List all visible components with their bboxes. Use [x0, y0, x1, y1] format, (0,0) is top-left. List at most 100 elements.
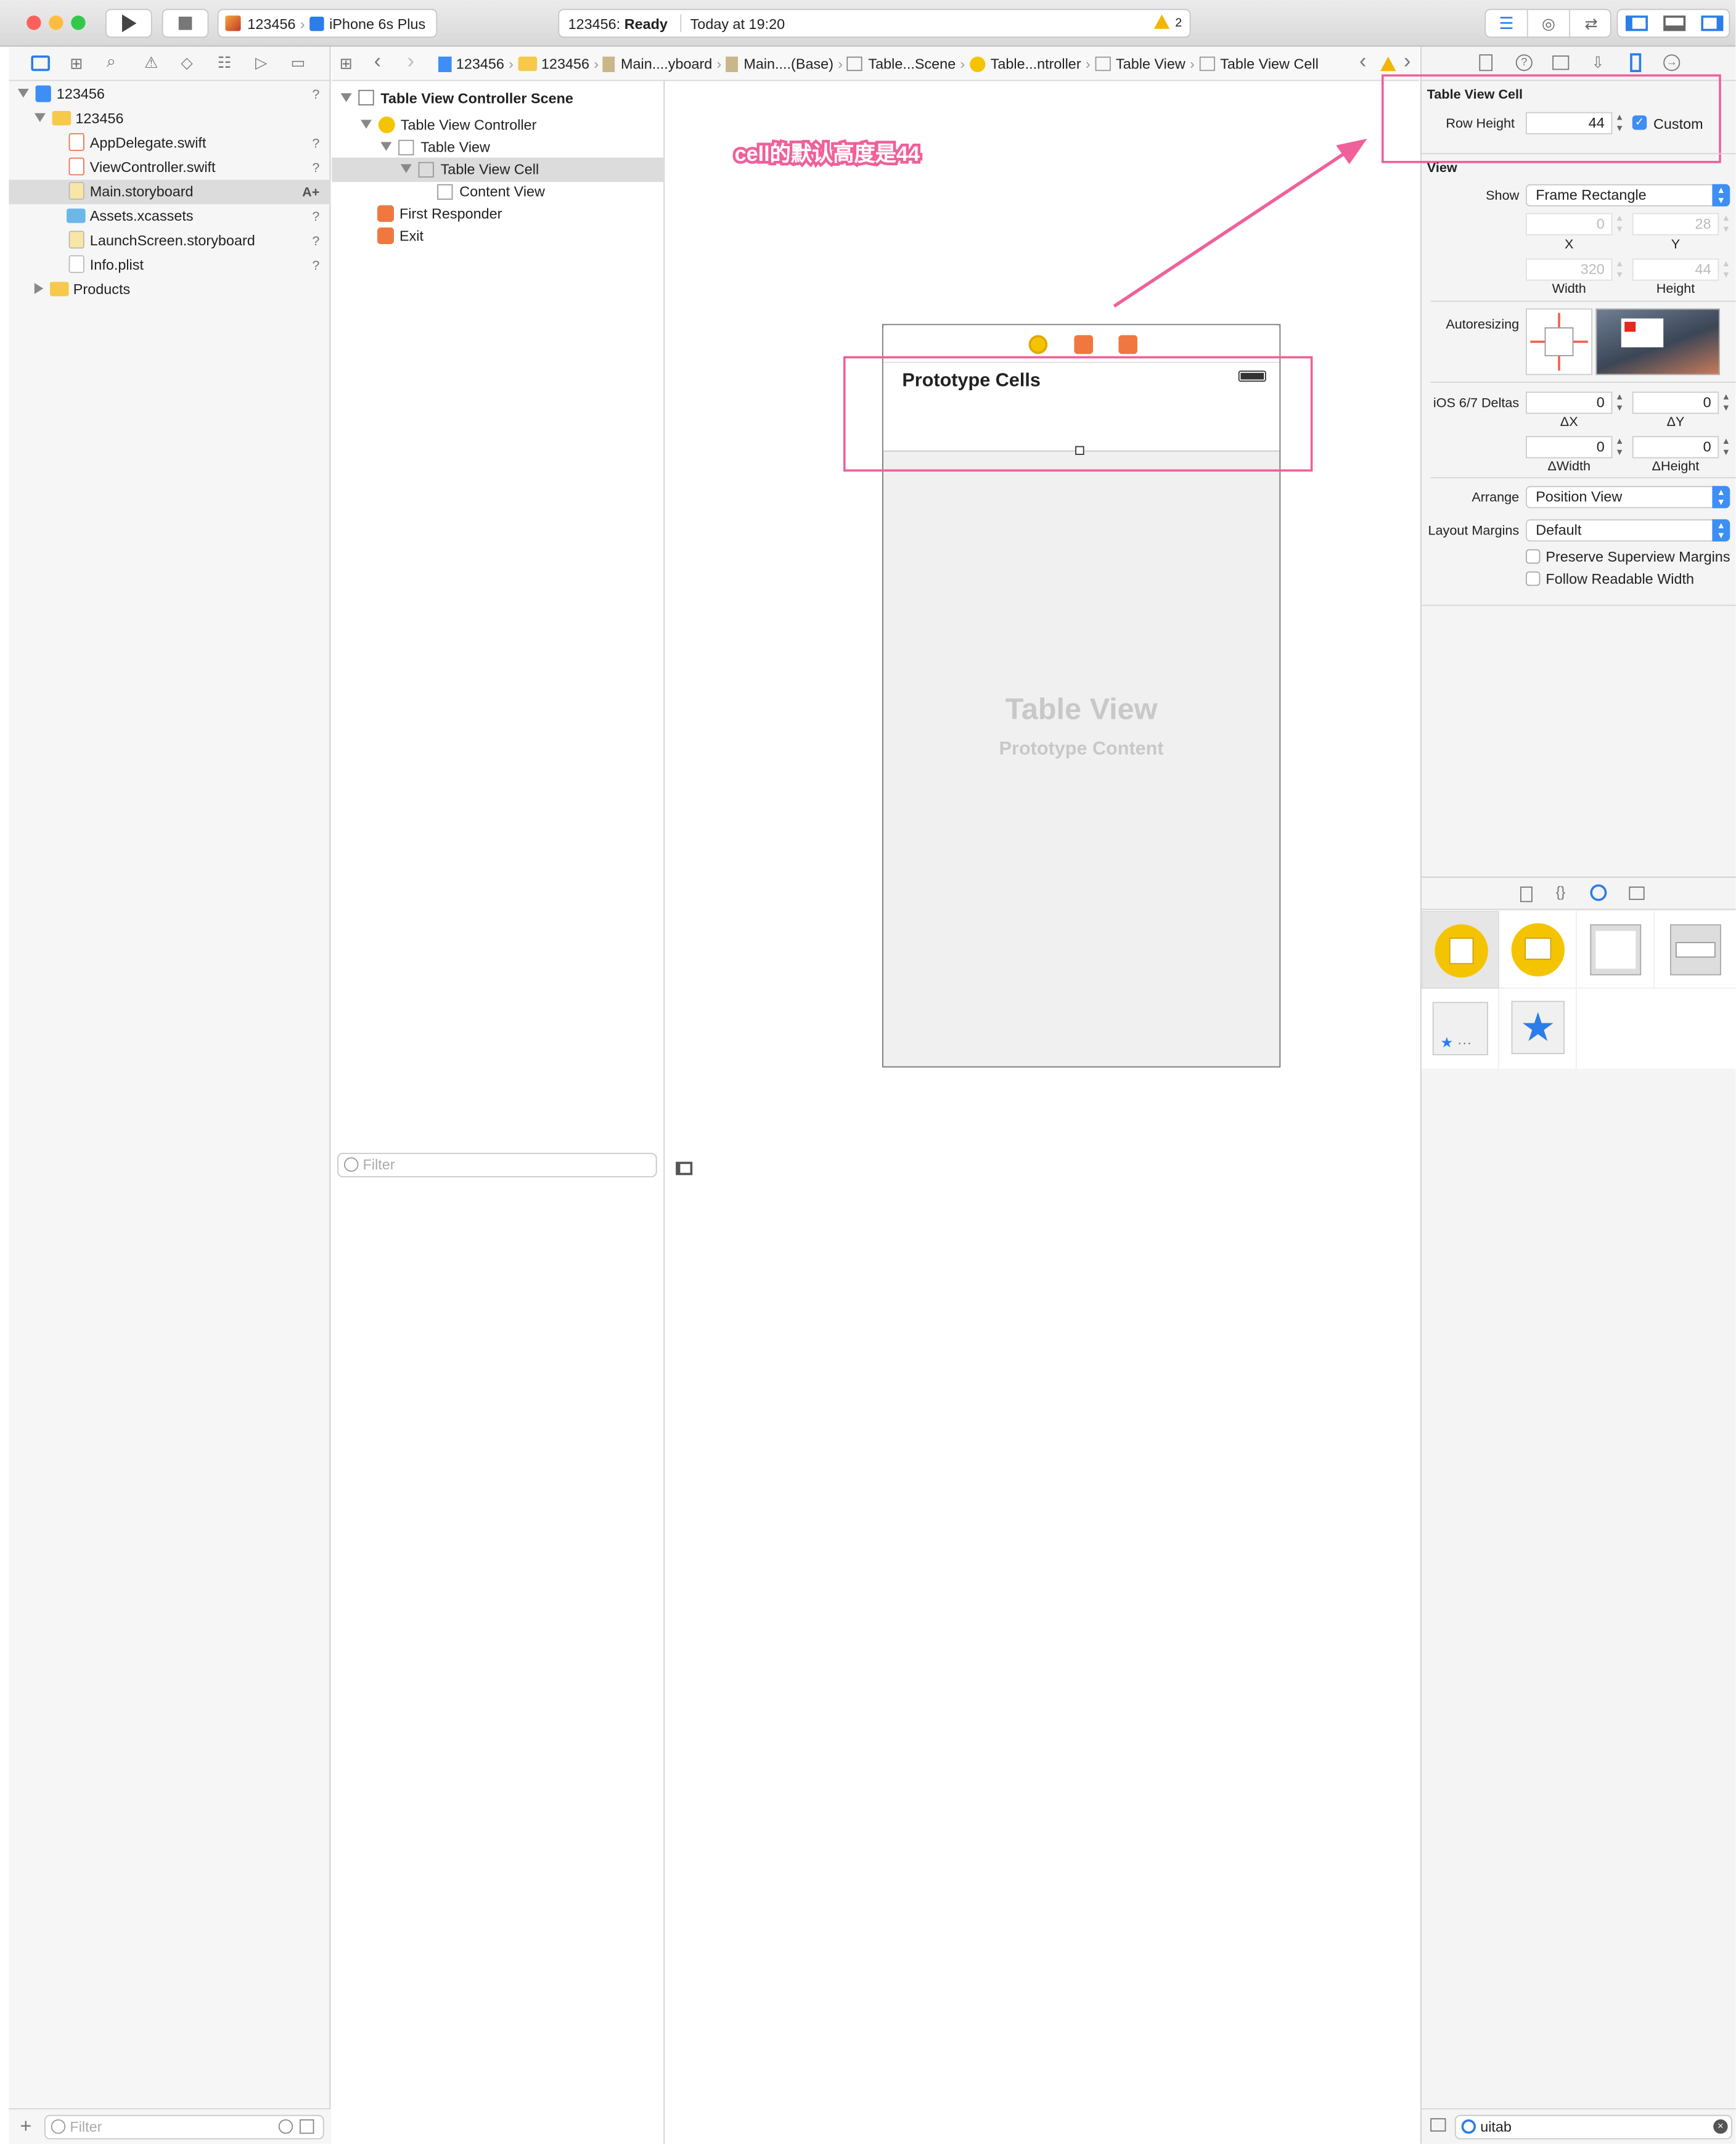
warning-icon[interactable] — [1154, 14, 1170, 29]
nav-item-project[interactable]: 123456? — [9, 82, 330, 107]
breadcrumb-item[interactable]: Main....yboard — [621, 55, 712, 72]
close-window-button[interactable] — [27, 15, 41, 30]
help-inspector-icon[interactable]: ? — [1515, 54, 1533, 72]
run-button[interactable] — [105, 9, 152, 38]
library-item-table-view[interactable] — [1576, 910, 1655, 989]
right-strut-icon[interactable] — [1573, 340, 1588, 343]
outline-item-view-controller[interactable]: Table View Controller — [332, 113, 665, 138]
clear-search-icon[interactable]: × — [1713, 2119, 1728, 2134]
exit-icon[interactable] — [1118, 335, 1137, 354]
breadcrumb-item[interactable]: 123456 — [456, 55, 504, 72]
width-stepper[interactable]: ▲ ▼ — [1615, 258, 1624, 280]
dwidth-stepper[interactable]: ▲ ▼ — [1615, 436, 1624, 458]
bottom-strut-icon[interactable] — [1558, 356, 1560, 371]
forward-icon[interactable]: › — [407, 50, 414, 75]
x-field[interactable]: 0 — [1526, 213, 1613, 235]
disclosure-open-icon[interactable] — [361, 120, 372, 129]
nav-item-launchscreen[interactable]: LaunchScreen.storyboard? — [9, 229, 330, 253]
storyboard-canvas[interactable]: cell的默认高度是44 Prototype Cells Table View … — [666, 81, 1420, 2144]
nav-item-viewcontroller[interactable]: ViewController.swift? — [9, 155, 330, 180]
standard-editor-icon[interactable]: ☰ — [1486, 10, 1528, 37]
report-nav-icon[interactable]: ▭ — [291, 53, 306, 72]
breadcrumb-item[interactable]: Main....(Base) — [743, 55, 833, 72]
search-icon[interactable]: ⌕ — [107, 52, 116, 72]
minimize-window-button[interactable] — [49, 15, 63, 30]
dy-stepper[interactable]: ▲ ▼ — [1721, 391, 1731, 414]
object-library-icon[interactable] — [1590, 884, 1607, 901]
size-inspector-icon[interactable] — [1630, 53, 1642, 72]
preserve-margins-checkbox[interactable] — [1526, 549, 1541, 564]
next-issue-icon[interactable]: › — [1404, 50, 1410, 75]
outline-item-table-view-cell[interactable]: Table View Cell — [332, 157, 665, 182]
breadcrumb-item[interactable]: Table View Cell — [1220, 55, 1319, 72]
first-responder-icon[interactable] — [1074, 335, 1093, 354]
disclosure-open-icon[interactable] — [17, 89, 29, 98]
outline-item-table-view[interactable]: Table View — [332, 136, 665, 160]
view-controller-icon[interactable] — [1028, 335, 1048, 354]
zoom-window-button[interactable] — [71, 15, 86, 30]
library-item-collection-view-controller[interactable] — [1499, 910, 1577, 989]
scheme-selector[interactable]: 123456 › iPhone 6s Plus — [217, 9, 438, 38]
disclosure-open-icon[interactable] — [340, 93, 352, 102]
test-nav-icon[interactable]: ◇ — [181, 53, 192, 72]
y-stepper[interactable]: ▲ ▼ — [1721, 213, 1731, 235]
top-strut-icon[interactable] — [1558, 313, 1560, 327]
disclosure-closed-icon[interactable] — [34, 283, 44, 294]
breadcrumb-item[interactable]: Table View — [1116, 55, 1185, 72]
y-field[interactable]: 28 — [1632, 213, 1719, 235]
symbol-nav-icon[interactable]: ⊞ — [70, 54, 83, 73]
nav-item-main-storyboard[interactable]: Main.storyboard A+ — [9, 179, 331, 205]
assistant-editor-icon[interactable]: ◎ — [1528, 10, 1570, 37]
warning-icon[interactable] — [1380, 56, 1396, 72]
show-popup[interactable]: Frame Rectangle ▲ ▼ — [1526, 184, 1730, 207]
identity-inspector-icon[interactable] — [1552, 55, 1570, 70]
autoresizing-mask-control[interactable] — [1526, 308, 1592, 375]
readable-width-checkbox[interactable] — [1526, 571, 1541, 586]
nav-item-infoplist[interactable]: Info.plist? — [9, 253, 330, 277]
outline-filter-input[interactable]: Filter — [337, 1153, 657, 1177]
debug-nav-icon[interactable]: ☷ — [218, 53, 232, 72]
list-view-icon[interactable] — [1430, 2118, 1446, 2132]
file-template-library-icon[interactable] — [1520, 886, 1533, 902]
connections-inspector-icon[interactable]: → — [1663, 54, 1681, 72]
nav-item-group[interactable]: 123456 — [9, 107, 330, 131]
library-item-tab-bar-item[interactable]: ★ — [1499, 988, 1577, 1069]
arrange-popup[interactable]: Position View ▲ ▼ — [1526, 486, 1730, 509]
dx-field[interactable]: 0 — [1526, 391, 1613, 414]
back-icon[interactable]: ‹ — [374, 50, 381, 75]
breadcrumb-item[interactable]: 123456 — [541, 55, 589, 72]
outline-toggle-icon[interactable] — [676, 1161, 693, 1176]
outline-item-scene[interactable]: Table View Controller Scene — [332, 86, 665, 111]
dheight-stepper[interactable]: ▲ ▼ — [1721, 436, 1731, 458]
previous-issue-icon[interactable]: ‹ — [1359, 50, 1366, 75]
media-library-icon[interactable] — [1629, 886, 1645, 900]
height-stepper[interactable]: ▲ ▼ — [1721, 258, 1731, 280]
nav-item-appdelegate[interactable]: AppDelegate.swift? — [9, 131, 330, 155]
breadcrumb-item[interactable]: Table...ntroller — [991, 55, 1081, 72]
related-items-icon[interactable]: ⊞ — [340, 54, 353, 73]
x-stepper[interactable]: ▲ ▼ — [1615, 213, 1624, 235]
dx-stepper[interactable]: ▲ ▼ — [1615, 391, 1624, 414]
dheight-field[interactable]: 0 — [1632, 436, 1719, 459]
outline-item-first-responder[interactable]: First Responder — [332, 202, 665, 227]
add-icon[interactable]: + — [20, 2115, 31, 2138]
dwidth-field[interactable]: 0 — [1526, 436, 1613, 459]
debug-toggle-icon[interactable] — [1663, 15, 1686, 31]
outline-item-exit[interactable]: Exit — [332, 224, 665, 249]
file-inspector-icon[interactable] — [1479, 54, 1492, 72]
attributes-inspector-icon[interactable]: ⇩ — [1591, 53, 1604, 72]
layout-margins-popup[interactable]: Default ▲ ▼ — [1526, 519, 1730, 542]
folder-nav-icon[interactable] — [31, 55, 50, 72]
height-field[interactable]: 44 — [1632, 258, 1719, 281]
navigator-toggle-icon[interactable] — [1626, 15, 1648, 31]
outline-item-content-view[interactable]: Content View — [332, 180, 665, 205]
version-editor-icon[interactable]: ⇄ — [1570, 10, 1612, 36]
library-item-table-view-controller[interactable] — [1421, 910, 1499, 989]
library-item-table-view-cell[interactable] — [1654, 911, 1736, 989]
issue-nav-icon[interactable]: ⚠ — [144, 53, 158, 72]
stop-button[interactable] — [162, 9, 209, 38]
nav-item-products[interactable]: Products — [9, 277, 330, 302]
dy-field[interactable]: 0 — [1632, 391, 1719, 414]
disclosure-open-icon[interactable] — [380, 142, 392, 151]
left-strut-icon[interactable] — [1530, 340, 1545, 343]
